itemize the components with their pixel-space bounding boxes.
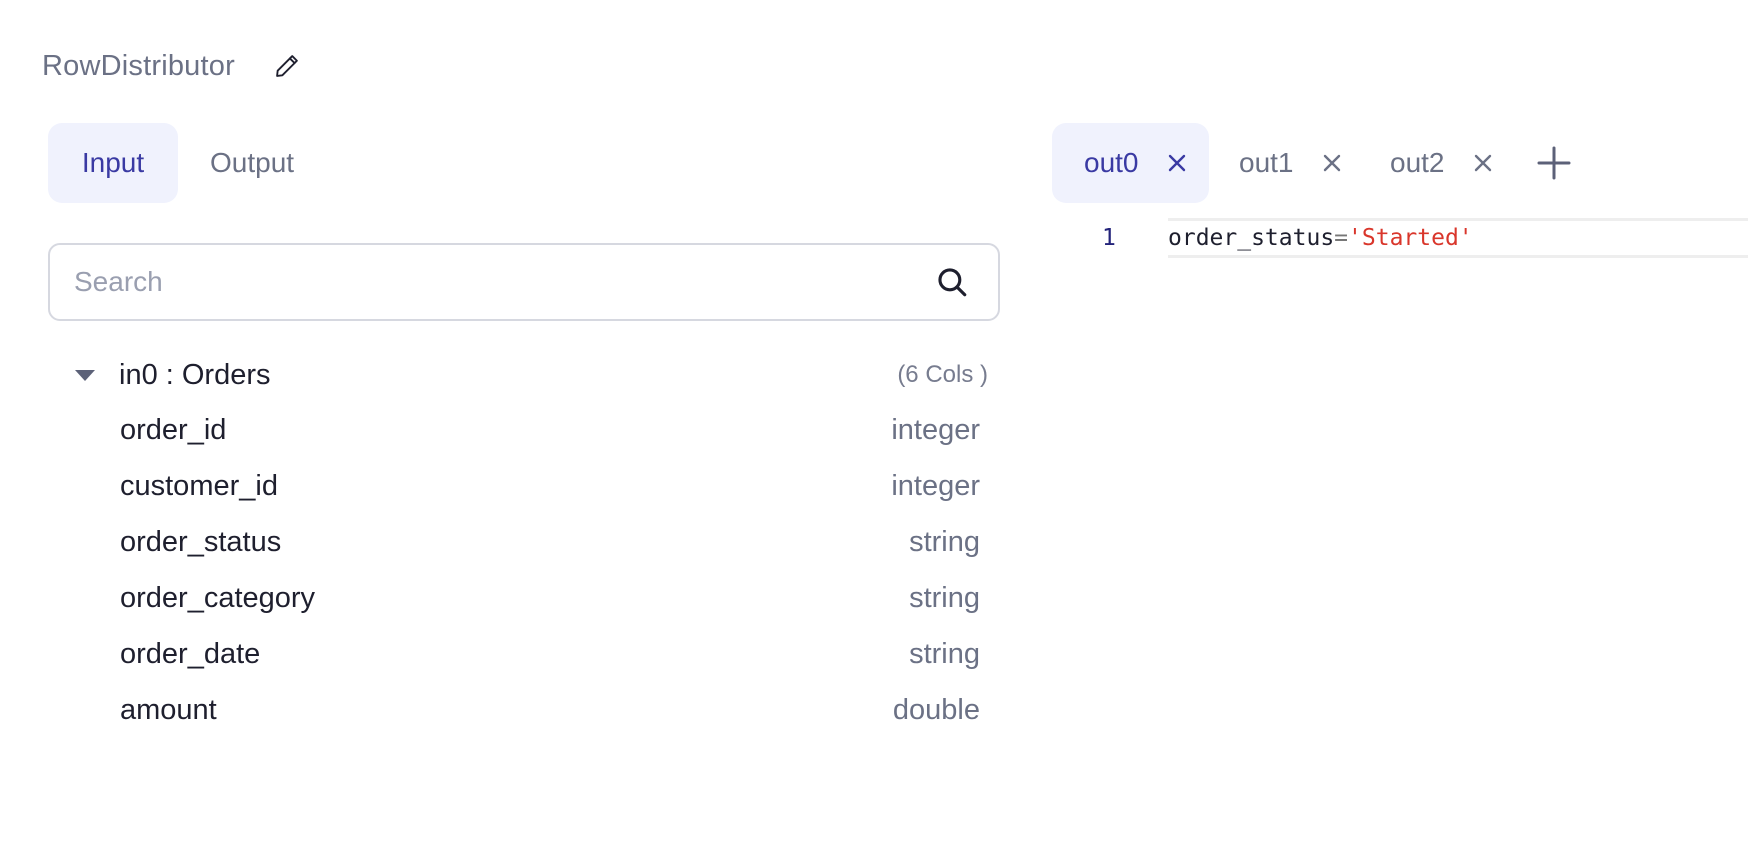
column-type: double: [892, 693, 980, 726]
column-name: order_status: [120, 525, 282, 558]
plus-icon: [1537, 146, 1571, 180]
search-box: [48, 243, 1000, 321]
close-icon[interactable]: [1320, 151, 1344, 175]
close-icon[interactable]: [1165, 151, 1189, 175]
tab-out0-label: out0: [1084, 147, 1139, 178]
tab-out0[interactable]: out0: [1052, 123, 1209, 203]
column-type: integer: [891, 469, 980, 502]
column-name: order_date: [120, 637, 261, 670]
search-input[interactable]: [50, 244, 932, 320]
input-output-tabs: Input Output: [48, 123, 322, 203]
header: RowDistributor: [42, 44, 303, 88]
tab-out1[interactable]: out1: [1209, 123, 1366, 203]
column-name: customer_id: [120, 469, 278, 502]
tab-out1-label: out1: [1239, 147, 1294, 178]
column-row[interactable]: order_category string: [120, 573, 980, 623]
column-type: integer: [891, 413, 980, 446]
column-count: (6 Cols ): [897, 361, 988, 388]
column-type: string: [909, 581, 980, 614]
tab-input[interactable]: Input: [48, 123, 178, 203]
column-row[interactable]: amount double: [120, 685, 980, 735]
caret-down-icon[interactable]: [70, 365, 100, 385]
column-name: order_category: [120, 581, 316, 614]
column-row[interactable]: order_date string: [120, 629, 980, 679]
column-type: string: [909, 637, 980, 670]
search-icon[interactable]: [932, 262, 972, 302]
column-row[interactable]: order_status string: [120, 517, 980, 567]
tab-out2[interactable]: out2: [1366, 123, 1516, 203]
tab-output[interactable]: Output: [182, 123, 322, 203]
row-distributor-panel: RowDistributor Input Output in0 : Or: [0, 0, 1748, 850]
code-line[interactable]: order_status = 'Started': [1168, 218, 1748, 258]
tab-out2-label: out2: [1390, 147, 1445, 178]
edit-title-button[interactable]: [271, 50, 303, 82]
column-name: order_id: [120, 413, 227, 446]
code-operator: =: [1334, 225, 1349, 251]
add-output-button[interactable]: [1534, 143, 1574, 183]
code-string-literal: 'Started': [1348, 225, 1473, 251]
code-identifier: order_status: [1168, 225, 1335, 251]
component-title: RowDistributor: [42, 49, 235, 82]
column-row[interactable]: customer_id integer: [120, 461, 980, 511]
column-type: string: [909, 525, 980, 558]
source-name: in0 : Orders: [119, 358, 271, 391]
line-number: 1: [1102, 225, 1116, 251]
column-row[interactable]: order_id integer: [120, 405, 980, 455]
column-name: amount: [120, 693, 217, 726]
expression-editor[interactable]: 1 order_status = 'Started': [1052, 218, 1748, 258]
pencil-icon: [276, 55, 298, 77]
schema-source-row[interactable]: in0 : Orders (6 Cols ): [70, 350, 988, 400]
close-icon[interactable]: [1471, 151, 1495, 175]
output-tabs: out0 out1 out2: [1052, 123, 1574, 203]
